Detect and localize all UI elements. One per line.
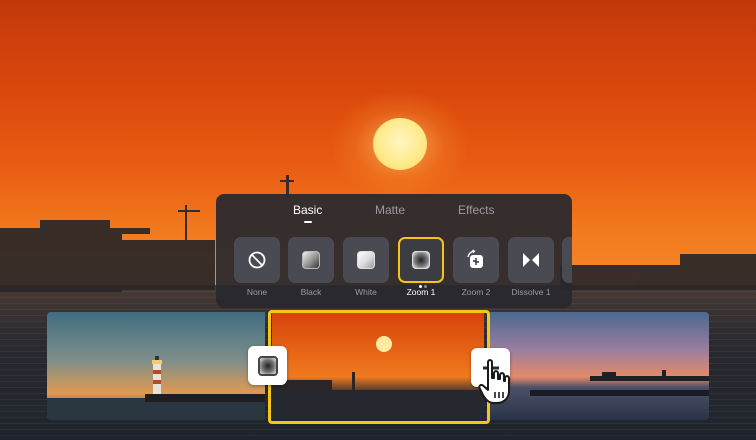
transition-zoom-2[interactable]: Zoom 2: [453, 234, 503, 300]
tab-basic[interactable]: Basic: [293, 203, 322, 217]
transition-label: Zoom 2: [461, 287, 491, 297]
timeline-clip-lighthouse[interactable]: [47, 312, 265, 420]
tab-matte[interactable]: Matte: [375, 203, 405, 217]
dissolve-icon: [523, 253, 539, 267]
transition-label: None: [246, 287, 268, 297]
transition-tabs: Basic Matte Effects: [216, 194, 572, 224]
transition-black[interactable]: Black: [288, 234, 338, 300]
transition-label: Dissolve 1: [511, 287, 551, 297]
tab-effects[interactable]: Effects: [458, 203, 494, 217]
transition-white[interactable]: White: [343, 234, 393, 300]
transition-none[interactable]: None: [234, 234, 284, 300]
timeline-clip-sunset[interactable]: [272, 312, 484, 420]
active-tab-indicator: [304, 221, 312, 223]
transition-panel: Basic Matte Effects None Black White Zoo…: [216, 194, 572, 308]
lighthouse-thumbnail: [47, 312, 265, 420]
transition-more[interactable]: [562, 234, 572, 300]
none-icon: [248, 251, 266, 269]
transition-dissolve-1[interactable]: Dissolve 1: [508, 234, 558, 300]
hand-cursor-icon: [478, 359, 510, 404]
applied-transition-button[interactable]: [248, 346, 287, 385]
transition-label: Black: [300, 287, 322, 297]
transition-list: None Black White Zoom 1 Zoom 2 Dissolve …: [216, 234, 572, 300]
timeline-clip-pier[interactable]: [490, 312, 709, 420]
transition-label: White: [355, 287, 377, 297]
sunset-thumbnail: [272, 312, 484, 420]
transition-applied-icon: [257, 355, 278, 376]
page-dots: [419, 275, 429, 288]
pier-thumbnail: [490, 312, 709, 420]
transition-label: Zoom 1: [406, 287, 436, 297]
black-fade-icon: [302, 251, 320, 269]
zoom-rotate-icon: [467, 249, 483, 268]
zoom-icon: [412, 251, 430, 269]
transition-zoom-1[interactable]: Zoom 1: [398, 234, 448, 300]
white-fade-icon: [357, 251, 375, 269]
sun: [373, 118, 427, 170]
